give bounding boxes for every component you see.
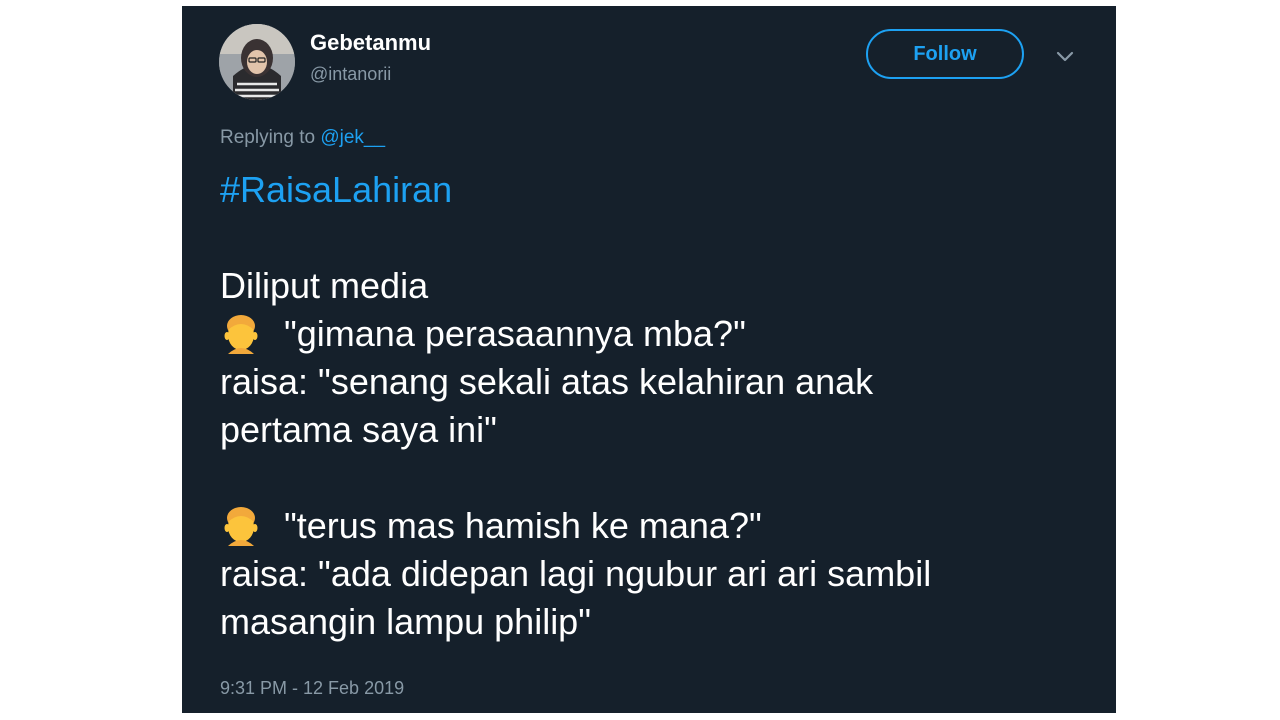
tweet-line: "terus mas hamish ke mana?" (284, 505, 762, 546)
tweet-text: #RaisaLahiran Diliput media "gimana pera… (220, 166, 1100, 646)
avatar-photo-icon (219, 24, 295, 100)
avatar[interactable] (219, 24, 295, 100)
display-name[interactable]: Gebetanmu (310, 30, 431, 56)
user-handle[interactable]: @intanorii (310, 64, 391, 85)
tweet-line: pertama saya ini" (220, 409, 497, 450)
man-emoji-icon (220, 504, 262, 546)
tweet-line: Diliput media (220, 265, 429, 306)
hashtag-link[interactable]: #RaisaLahiran (220, 169, 452, 210)
reply-mention-link[interactable]: @jek__ (320, 127, 385, 148)
tweet-line: "gimana perasaannya mba?" (284, 313, 746, 354)
follow-button[interactable]: Follow (866, 29, 1024, 79)
man-emoji-icon (220, 312, 262, 354)
tweet-card: Gebetanmu @intanorii Follow Replying to … (182, 6, 1116, 713)
tweet-timestamp[interactable]: 9:31 PM - 12 Feb 2019 (220, 678, 404, 699)
chevron-down-icon (1056, 51, 1074, 62)
tweet-line: masangin lampu philip" (220, 601, 591, 642)
tweet-line: raisa: "senang sekali atas kelahiran ana… (220, 361, 874, 402)
tweet-line: raisa: "ada didepan lagi ngubur ari ari … (220, 553, 932, 594)
replying-to: Replying to @jek__ (220, 127, 385, 149)
more-options-button[interactable] (1054, 46, 1076, 68)
replying-to-label: Replying to (220, 127, 316, 148)
